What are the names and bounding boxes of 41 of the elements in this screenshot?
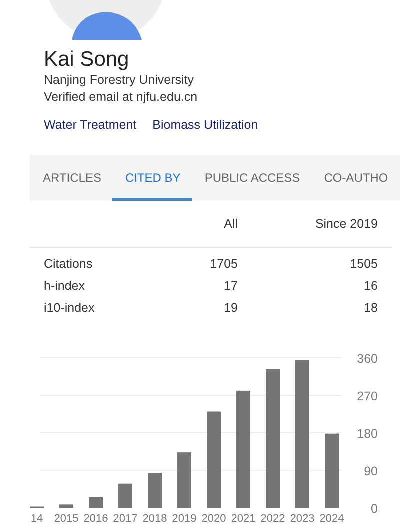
- profile-name: Kai Song: [44, 48, 130, 72]
- bar: [178, 452, 192, 508]
- axis-tick-label: 2021: [231, 513, 256, 524]
- affiliation-text: Nanjing Forestry University: [44, 72, 196, 89]
- column-header: All: [223, 217, 238, 231]
- bar: [89, 497, 103, 508]
- axis-tick-label: 2023: [290, 513, 315, 524]
- axis-tick-label: 360: [357, 352, 378, 366]
- axis-tick-label: 2020: [202, 513, 226, 524]
- axis-tick-label: 2017: [113, 513, 138, 524]
- tab[interactable]: ARTICLES: [30, 155, 112, 201]
- tab[interactable]: CITED BY: [112, 155, 192, 201]
- axis-tick-label: 2022: [260, 513, 286, 524]
- metric-label: i10-index: [44, 301, 96, 315]
- table-cell-text: 1705: [209, 257, 238, 271]
- metric-label: Citations: [44, 257, 94, 271]
- axis-tick-label: 270: [357, 390, 378, 404]
- axis-tick-label: 2018: [142, 513, 168, 524]
- column-header: Since 2019: [314, 217, 378, 231]
- table-cell-text: 17: [223, 279, 238, 293]
- axis-tick-label: 2019: [172, 513, 197, 524]
- axis-tick-label: 180: [357, 427, 378, 441]
- table-cell-text: 1505: [349, 257, 378, 271]
- tab[interactable]: PUBLIC ACCESS: [192, 155, 312, 201]
- bar: [118, 484, 132, 508]
- metric-label: h-index: [44, 279, 86, 293]
- tab[interactable]: CO-AUTHO: [311, 155, 400, 201]
- bar: [148, 473, 162, 508]
- table-cell-text: 16: [363, 279, 378, 293]
- table-cell-text: 18: [363, 301, 378, 315]
- table-cell-text: 19: [223, 301, 238, 315]
- axis-tick-label: 0: [371, 502, 378, 516]
- axis-tick-label: 2016: [84, 513, 108, 524]
- interest-link[interactable]: Water Treatment: [44, 118, 137, 132]
- axis-tick-label: 2015: [54, 513, 79, 524]
- axis-tick-label: 90: [364, 464, 378, 478]
- email-text: Verified email at njfu.edu.cn: [44, 89, 199, 106]
- axis-tick-label: 14: [30, 513, 44, 524]
- bar: [60, 504, 74, 508]
- axis-tick-label: 2024: [320, 513, 344, 524]
- interest-link[interactable]: Biomass Utilization: [152, 118, 258, 132]
